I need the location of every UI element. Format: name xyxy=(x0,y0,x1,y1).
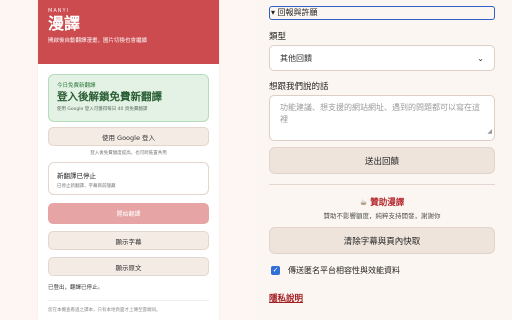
promo-note: 使用 Google 登入可獲得每日 40 頁免費翻譯 xyxy=(57,107,148,112)
login-note: 登入後免費額度提高，也可跨裝置共用 xyxy=(90,151,167,156)
show-original-button[interactable]: 顯示原文 xyxy=(48,257,209,276)
chevron-updown-icon: ⌄ xyxy=(477,53,484,63)
brand-small: MANYI xyxy=(48,8,70,14)
promo-eyebrow: 今日免費新翻譯 xyxy=(57,83,96,89)
type-label: 類型 xyxy=(269,32,287,42)
divider xyxy=(269,184,495,185)
telemetry-checkbox[interactable]: ✓ xyxy=(271,266,280,275)
feedback-panel: ▾ 回報與許願 類型 其他回饋 ⌄ 想跟我們說的話 功能建議、想支援的網站網址、… xyxy=(255,0,512,320)
message-label: 想跟我們說的話 xyxy=(269,82,329,92)
popup-header: MANYI 漫譯 開啟後自動翻譯漫畫，圖片切換也會繼續 xyxy=(38,0,219,64)
telemetry-option[interactable]: ✓ 傳送匿名平台相容性與效能資料 xyxy=(271,265,400,276)
translation-status-card: 新翻譯已停止 已停止新翻譯，字幕目前隱藏 xyxy=(48,162,209,195)
coffee-icon: ☕ xyxy=(359,198,368,208)
status-text: 已登出，翻譯已停止。 xyxy=(48,285,104,291)
message-textarea[interactable]: 功能建議、想支援的網站網址、遇到的問題都可以寫在這裡 ◢ xyxy=(269,95,495,141)
status-card-subtitle: 已停止新翻譯，字幕目前隱藏 xyxy=(57,184,116,189)
brand-title: 漫譯 xyxy=(48,14,81,33)
feedback-summary-toggle[interactable]: ▾ 回報與許願 xyxy=(269,6,495,20)
sponsor-link[interactable]: ☕ 贊助漫譯 xyxy=(269,196,495,208)
google-login-button[interactable]: 使用 Google 登入 xyxy=(48,127,209,146)
status-card-title: 新翻譯已停止 xyxy=(57,172,96,180)
sponsor-label: 贊助漫譯 xyxy=(370,198,405,208)
divider xyxy=(48,300,209,301)
start-translation-button[interactable]: 開始翻譯 xyxy=(48,203,209,224)
promo-headline: 登入後解鎖免費新翻譯 xyxy=(57,91,162,103)
resize-grip-icon[interactable]: ◢ xyxy=(487,126,492,138)
translator-popup: MANYI 漫譯 開啟後自動翻譯漫畫，圖片切換也會繼續 今日免費新翻譯 登入後解… xyxy=(38,0,219,320)
submit-feedback-button[interactable]: 送出回饋 xyxy=(269,147,495,174)
free-translation-promo: 今日免費新翻譯 登入後解鎖免費新翻譯 使用 Google 登入可獲得每日 40 … xyxy=(48,74,209,122)
brand-tagline: 開啟後自動翻譯漫畫，圖片切換也會繼續 xyxy=(48,38,148,44)
feedback-type-select[interactable]: 其他回饋 ⌄ xyxy=(269,45,495,71)
telemetry-label: 傳送匿名平台相容性與效能資料 xyxy=(288,266,400,275)
privacy-link[interactable]: 隱私說明 xyxy=(269,292,303,304)
feedback-type-value: 其他回饋 xyxy=(280,53,312,63)
message-placeholder: 功能建議、想支援的網站網址、遇到的問題都可以寫在這裡 xyxy=(280,103,480,124)
footer-note: 您在本機查看過之譯本，只有本地頁面才上傳至雲端伺。 xyxy=(48,308,161,313)
clear-cache-button[interactable]: 清除字幕與頁內快取 xyxy=(269,227,495,254)
show-subtitles-button[interactable]: 顯示字幕 xyxy=(48,231,209,250)
sponsor-subtext: 贊助不影響額度，純粹支持開發，謝謝你 xyxy=(323,212,441,220)
